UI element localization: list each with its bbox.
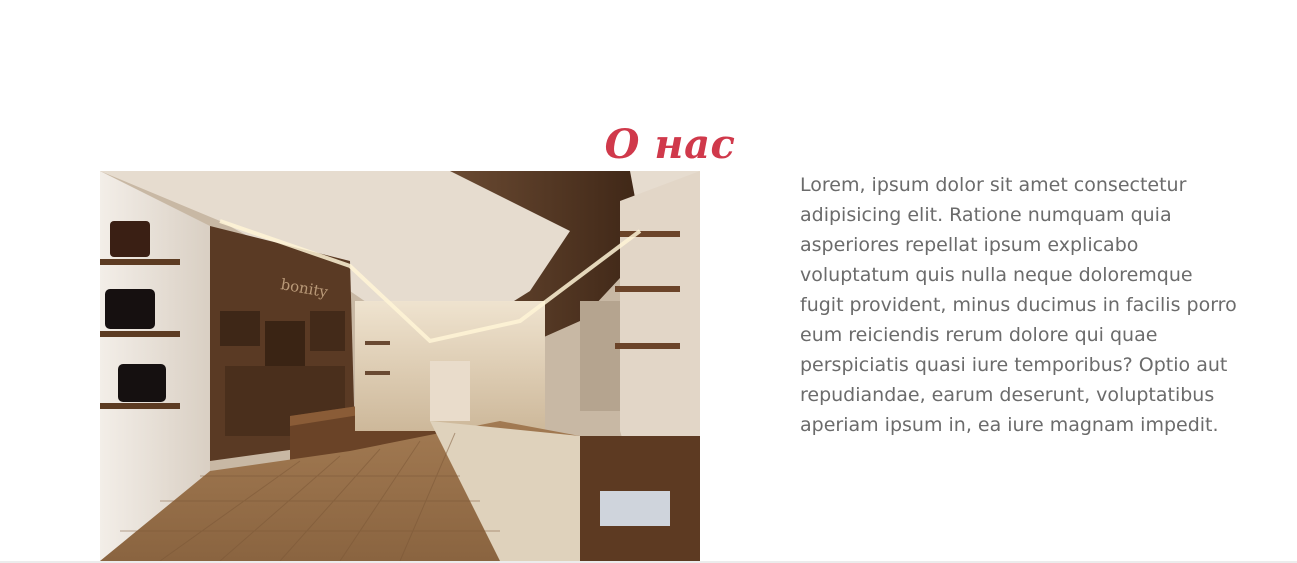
about-description: Lorem, ipsum dolor sit amet consectetur … (800, 174, 1237, 436)
store-interior-image: bonity (100, 171, 700, 561)
section-title: О нас (604, 121, 736, 169)
about-section: О нас bonity Lorem, ipsum dolor sit amet… (0, 0, 1297, 563)
